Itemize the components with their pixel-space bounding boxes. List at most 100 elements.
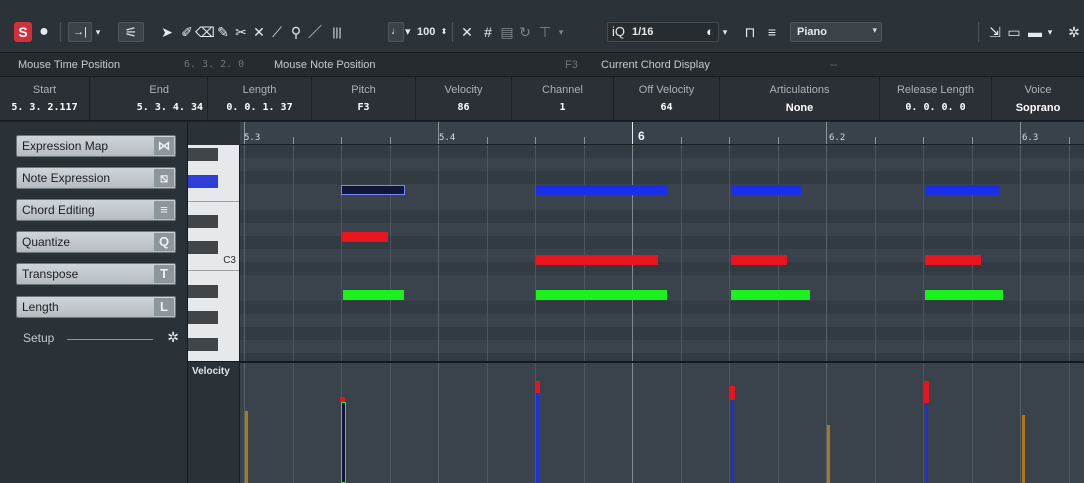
info-pitch[interactable]: Pitch F3 <box>312 77 416 121</box>
ruler-tick <box>341 137 342 144</box>
info-value[interactable]: Soprano <box>992 102 1084 114</box>
velocity-handle[interactable] <box>730 386 735 400</box>
black-key[interactable] <box>188 241 218 254</box>
draw-tool-icon[interactable]: ✐ <box>180 22 194 42</box>
quantize-button[interactable]: Quantize Q <box>16 231 176 253</box>
info-release-length[interactable]: Release Length 0. 0. 0. 0 <box>880 77 992 121</box>
velocity-bar[interactable] <box>827 425 830 483</box>
info-start[interactable]: Start 5. 3. 2.117 <box>0 77 90 121</box>
chevron-down-icon[interactable]: ▾ <box>720 22 730 42</box>
track-icon[interactable]: ⊤ <box>538 22 552 42</box>
note[interactable] <box>731 255 787 265</box>
mute-tool-icon[interactable]: ✕ <box>252 22 266 42</box>
left-zone-icon[interactable]: ⇲ <box>988 22 1002 42</box>
expression-map-button[interactable]: Expression Map ⋈ <box>16 135 176 157</box>
chevron-down-icon[interactable]: ▾ <box>556 22 566 42</box>
note[interactable] <box>925 290 1003 300</box>
quantize-selector[interactable]: iQ 1/16 ◐ <box>607 22 719 42</box>
record-button[interactable]: ● <box>36 22 52 42</box>
chevron-down-icon[interactable]: ▾ <box>1046 22 1054 42</box>
settings-gear-icon[interactable]: ✲ <box>1066 22 1082 42</box>
erase-tool-icon[interactable]: ⌫ <box>195 22 215 42</box>
info-value[interactable]: F3 <box>312 102 415 113</box>
note-expression-button[interactable]: Note Expression ⧅ <box>16 167 176 189</box>
note[interactable] <box>925 185 999 195</box>
info-value[interactable]: None <box>720 102 879 114</box>
note[interactable] <box>536 290 667 300</box>
window-zone-icon[interactable]: ▭ <box>1006 22 1022 42</box>
velocity-bar[interactable] <box>731 400 734 483</box>
note-list-icon[interactable]: ≡ <box>764 22 780 42</box>
note[interactable] <box>341 232 388 242</box>
note[interactable] <box>343 290 404 300</box>
note-selected[interactable] <box>341 185 405 195</box>
split-tool-icon[interactable]: ✂ <box>234 22 248 42</box>
acoustic-feedback-icon[interactable]: ⚟ <box>118 22 144 42</box>
black-key[interactable] <box>188 148 218 161</box>
velocity-bar[interactable] <box>925 403 928 483</box>
zoom-tool-icon[interactable]: ⚲ <box>288 22 304 42</box>
info-value[interactable]: 86 <box>416 102 511 113</box>
solo-button[interactable]: S <box>14 22 32 42</box>
auto-scroll-button[interactable]: →| <box>68 22 92 42</box>
spinner-icon[interactable]: ⬍ <box>440 22 448 42</box>
lower-zone-icon[interactable]: ▬ <box>1026 22 1044 42</box>
timewarp-tool-icon[interactable]: ||| <box>326 22 348 42</box>
black-key-highlighted[interactable] <box>188 175 218 188</box>
info-voice[interactable]: Voice Soprano <box>992 77 1084 121</box>
note[interactable] <box>731 185 801 195</box>
velocity-lane[interactable] <box>240 361 1084 483</box>
info-value[interactable]: 1 <box>512 102 613 113</box>
velocity-bar-selected[interactable] <box>341 402 346 483</box>
velocity-bar[interactable] <box>536 393 539 483</box>
loop-icon[interactable]: ↻ <box>518 22 532 42</box>
black-key[interactable] <box>188 215 218 228</box>
glue-tool-icon[interactable]: ⟋ <box>270 22 284 42</box>
timeline-ruler[interactable]: 5.3 5.4 6 6.2 6.3 <box>240 122 1084 145</box>
info-value[interactable]: 5. 3. 4. 34 <box>90 102 207 113</box>
note[interactable] <box>536 255 658 265</box>
velocity-handle[interactable] <box>535 381 540 393</box>
info-off-velocity[interactable]: Off Velocity 64 <box>614 77 720 121</box>
velocity-bar[interactable] <box>1022 415 1025 483</box>
insert-velocity-icon[interactable]: ♩ <box>388 22 404 42</box>
piano-keyboard[interactable]: C3 <box>188 145 240 361</box>
black-key[interactable] <box>188 338 218 351</box>
velocity-handle[interactable] <box>924 381 929 403</box>
info-end[interactable]: End 5. 3. 4. 34 <box>90 77 208 121</box>
grid-toggle-icon[interactable]: # <box>480 22 496 42</box>
note[interactable] <box>731 290 810 300</box>
indicate-transpositions-icon[interactable]: ▤ <box>500 22 514 42</box>
length-button[interactable]: Length L <box>16 296 176 318</box>
transpose-button[interactable]: Transpose T <box>16 263 176 285</box>
info-value[interactable]: 0. 0. 0. 0 <box>880 102 991 113</box>
instrument-select[interactable]: Piano ▾ <box>790 22 882 42</box>
black-key[interactable] <box>188 311 218 324</box>
black-key[interactable] <box>188 285 218 298</box>
chevron-down-icon[interactable]: ▾ <box>93 22 103 42</box>
velocity-lane-header[interactable]: Velocity <box>188 361 240 483</box>
note[interactable] <box>925 255 981 265</box>
snap-toggle-icon[interactable]: ✕ <box>458 22 476 42</box>
step-input-icon[interactable]: ⊓ <box>742 22 758 42</box>
note-grid[interactable] <box>240 145 1084 361</box>
info-length[interactable]: Length 0. 0. 1. 37 <box>208 77 312 121</box>
info-articulations[interactable]: Articulations None <box>720 77 880 121</box>
line-tool-icon[interactable]: ／ <box>308 22 322 42</box>
object-selection-tool-icon[interactable]: ➤ <box>160 22 174 42</box>
gear-icon[interactable]: ✲ <box>167 329 179 346</box>
ruler-tick <box>729 137 730 144</box>
note[interactable] <box>536 185 668 195</box>
info-channel[interactable]: Channel 1 <box>512 77 614 121</box>
chevron-down-icon[interactable]: ▾ <box>405 22 415 42</box>
chord-editing-button[interactable]: Chord Editing ≡ <box>16 199 176 221</box>
info-value[interactable]: 5. 3. 2.117 <box>0 102 89 113</box>
info-velocity[interactable]: Velocity 86 <box>416 77 512 121</box>
quantize-toggle-icon[interactable]: ◐ <box>706 24 714 39</box>
insert-velocity-value[interactable]: 100 <box>417 22 435 42</box>
info-value[interactable]: 0. 0. 1. 37 <box>208 102 311 113</box>
info-value[interactable]: 64 <box>614 102 719 113</box>
setup-row[interactable]: Setup ✲ <box>23 329 179 347</box>
pencil-tool-icon[interactable]: ✎ <box>216 22 230 42</box>
velocity-bar[interactable] <box>245 411 248 483</box>
